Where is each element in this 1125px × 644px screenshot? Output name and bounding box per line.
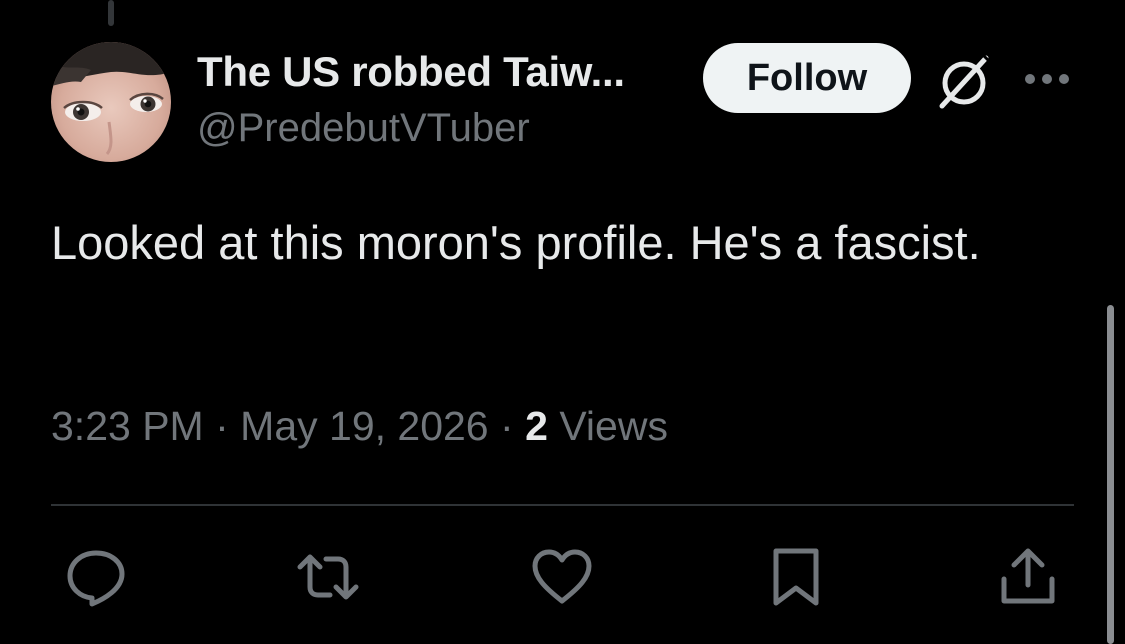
meta-separator: · [500,403,514,449]
follow-button[interactable]: Follow [703,43,911,113]
tweet-text: Looked at this moron's profile. He's a f… [51,216,981,269]
share-icon[interactable] [996,545,1060,609]
thread-connector-line [108,0,114,26]
divider [51,504,1074,506]
scrollbar[interactable] [1107,305,1114,644]
tweet-date[interactable]: May 19, 2026 [240,403,488,449]
reply-icon[interactable] [64,545,128,609]
views-count[interactable]: 2 [525,403,548,449]
views-label[interactable]: Views [559,403,668,449]
tweet-metadata: 3:23 PM · May 19, 2026 · 2 Views [51,398,668,454]
bookmark-icon[interactable] [764,545,828,609]
like-icon[interactable] [530,545,594,609]
more-horizontal-icon[interactable] [1022,60,1072,98]
author-names: The US robbed Taiw... @PredebutVTuber [197,46,677,154]
grok-icon[interactable] [934,50,996,112]
retweet-icon[interactable] [296,545,360,609]
tweet-time[interactable]: 3:23 PM [51,403,204,449]
avatar[interactable] [51,42,171,162]
avatar-image [51,42,171,162]
author-handle[interactable]: @PredebutVTuber [197,102,677,154]
author-display-name[interactable]: The US robbed Taiw... [197,46,677,98]
meta-separator: · [215,403,229,449]
